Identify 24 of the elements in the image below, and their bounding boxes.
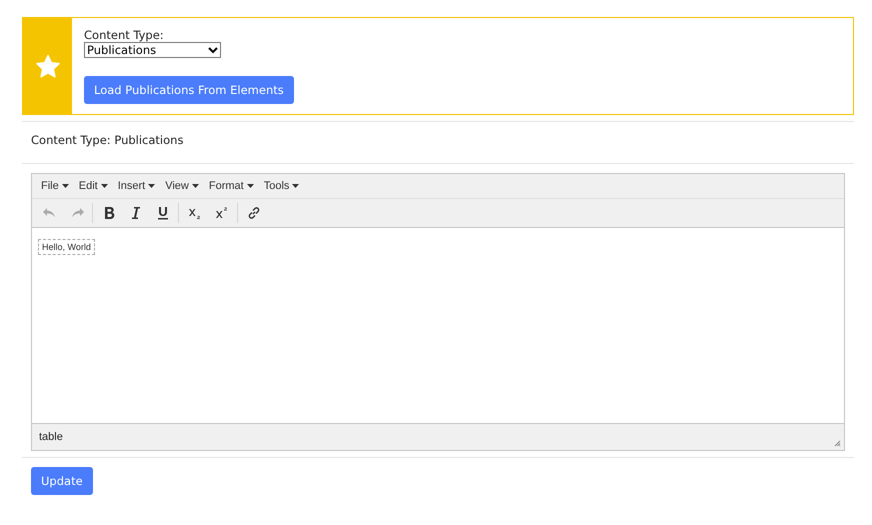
load-button[interactable]: Load Publications From Elements (84, 76, 294, 104)
content-type-select[interactable]: Publications (84, 42, 221, 58)
caret-icon[interactable] (62, 184, 69, 188)
resize-handle-icon[interactable] (834, 440, 841, 447)
superscript-icon[interactable] (214, 205, 230, 221)
link-icon[interactable] (246, 205, 262, 221)
caret-icon[interactable] (100, 184, 108, 188)
element-path: table (39, 431, 63, 443)
caret-icon[interactable] (148, 184, 156, 188)
menu-item[interactable]: Insert (112, 179, 160, 193)
menu-item[interactable]: View (160, 179, 204, 193)
chevron-down-icon[interactable] (208, 46, 218, 54)
menu-item[interactable]: Format (204, 179, 259, 193)
caret-icon[interactable] (246, 184, 254, 188)
menu-item[interactable]: Edit (74, 179, 113, 193)
update-button[interactable]: Update (31, 467, 93, 495)
caret-icon[interactable] (192, 184, 199, 188)
menu-item[interactable]: File (36, 179, 74, 193)
menu-item[interactable]: Tools (258, 179, 304, 193)
star-icon (34, 54, 60, 78)
body-text: Hello, World (38, 239, 95, 255)
caret-icon[interactable] (292, 184, 300, 188)
field-label: Content Type: (84, 28, 164, 42)
content-type-text: Content Type: Publications (30, 132, 184, 149)
